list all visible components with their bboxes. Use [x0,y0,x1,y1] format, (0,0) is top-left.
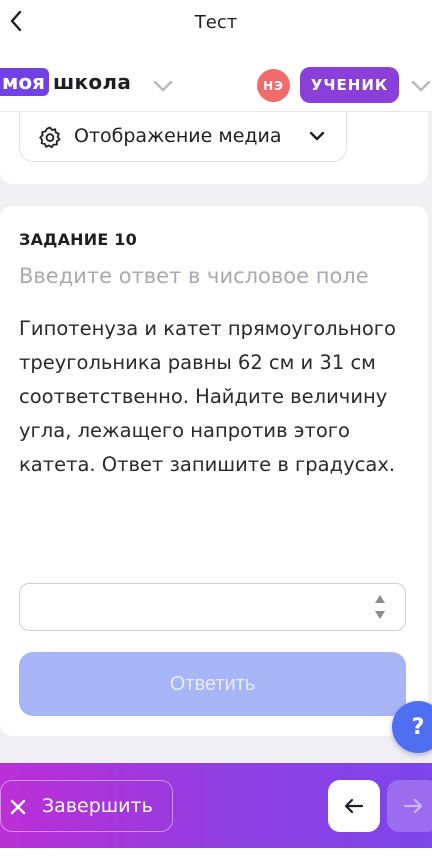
help-button[interactable]: ? [392,701,432,753]
title-bar: Тест [0,0,432,46]
task-text: Гипотенуза и катет прямоугольного треуго… [19,317,396,476]
previous-task-button[interactable] [328,780,380,832]
stepper-up-icon[interactable] [374,594,386,604]
bottom-bar: Завершить [0,763,432,848]
role-selector[interactable]: УЧЕНИК [300,67,399,103]
app-header: моя школа НЭ УЧЕНИК [0,46,432,112]
page-title: Тест [194,12,238,33]
bottom-safe-area [0,848,432,864]
finish-test-label: Завершить [42,795,153,817]
next-task-button[interactable] [387,780,432,832]
media-display-toggle[interactable]: Отображение медиа [19,112,347,162]
answer-input[interactable] [20,584,360,630]
close-icon [10,799,26,815]
logo-part-1: моя [0,68,49,96]
user-avatar[interactable]: НЭ [257,69,290,102]
app-logo[interactable]: моя школа [0,68,131,96]
role-chevron-down-icon[interactable] [410,79,432,93]
task-number: ЗАДАНИЕ 10 [19,230,137,249]
logo-part-2: школа [52,70,132,94]
task-card: ЗАДАНИЕ 10 Введите ответ в числовое поле… [0,206,428,736]
gear-icon [39,126,61,149]
finish-test-button[interactable]: Завершить [0,780,173,832]
media-settings-card: Отображение медиа [0,112,428,184]
arrow-left-icon [344,798,364,814]
stepper-down-icon[interactable] [374,610,386,620]
arrow-right-icon [403,798,423,814]
chevron-down-icon[interactable] [152,79,174,93]
task-hint: Введите ответ в числовое поле [19,264,369,288]
chevron-down-icon [309,131,325,141]
submit-answer-button[interactable]: Ответить [19,652,406,716]
answer-field [19,583,406,631]
media-display-label: Отображение медиа [74,125,282,147]
